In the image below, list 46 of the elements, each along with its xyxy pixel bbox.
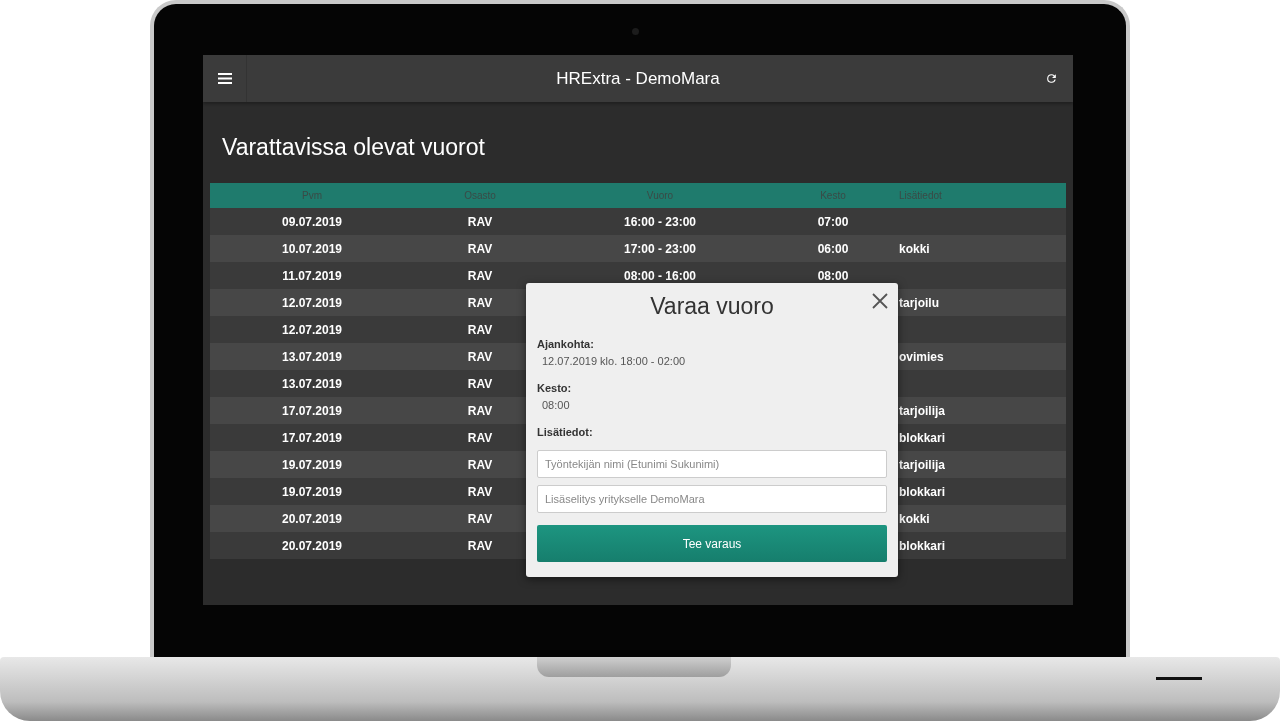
table-cell-text: RAV [466,322,494,337]
table-cell-text: tarjoilija [898,457,946,472]
table-cell-text: 20.07.2019 [280,511,344,526]
table-cell-text: 20.07.2019 [280,538,344,553]
table-cell-text: 13.07.2019 [280,349,344,364]
table-cell-text: tarjoilu [898,295,940,310]
field-label: Ajankohta: [537,338,594,350]
table-cell-text: 12.07.2019 [280,322,344,337]
table-cell-text: RAV [466,268,494,283]
table-cell-text: kokki [898,241,931,256]
table-cell-text: RAV [466,349,494,364]
field-label: Lisätiedot: [537,426,593,438]
field-value: 08:00 [542,399,570,411]
table-cell-text: 07:00 [816,214,850,229]
table-cell-text: 10.07.2019 [280,241,344,256]
table-cell-text: 08:00 [816,268,850,283]
page-title: Varattavissa olevat vuorot [221,133,486,162]
table-cell-text: 16:00 - 23:00 [622,214,697,229]
table-cell-text: 13.07.2019 [280,376,344,391]
table-cell-text: blokkari [898,430,947,445]
table-cell-text: 06:00 [816,241,850,256]
table-cell-text: blokkari [898,538,947,553]
table-cell-text: RAV [466,241,494,256]
table-cell-text: 17.07.2019 [280,403,344,418]
table-cell-text: 19.07.2019 [280,484,344,499]
app-title: HRExtra - DemoMara [555,68,721,89]
table-cell-text: 08:00 - 16:00 [622,268,697,283]
table-cell-text: RAV [466,538,494,553]
table-cell-text: RAV [466,295,494,310]
table-cell-text: 09.07.2019 [280,214,344,229]
dialog-title: Varaa vuoro [650,293,774,320]
table-cell-text: RAV [466,457,494,472]
table-cell-text: blokkari [898,484,947,499]
field-value: 12.07.2019 klo. 18:00 - 02:00 [542,355,686,367]
table-cell-text: 12.07.2019 [280,295,344,310]
table-cell-text: 17.07.2019 [280,430,344,445]
table-cell-text: kokki [898,511,931,526]
table-cell-text: ovimies [898,349,945,364]
table-cell-text: RAV [466,511,494,526]
field-label: Kesto: [537,382,572,394]
table-cell-text: RAV [466,484,494,499]
table-cell-text: 19.07.2019 [280,457,344,472]
table-cell-text: RAV [466,214,494,229]
table-cell-text: tarjoilija [898,403,946,418]
table-cell-text: 17:00 - 23:00 [622,241,697,256]
table-cell-text: 11.07.2019 [281,268,343,283]
